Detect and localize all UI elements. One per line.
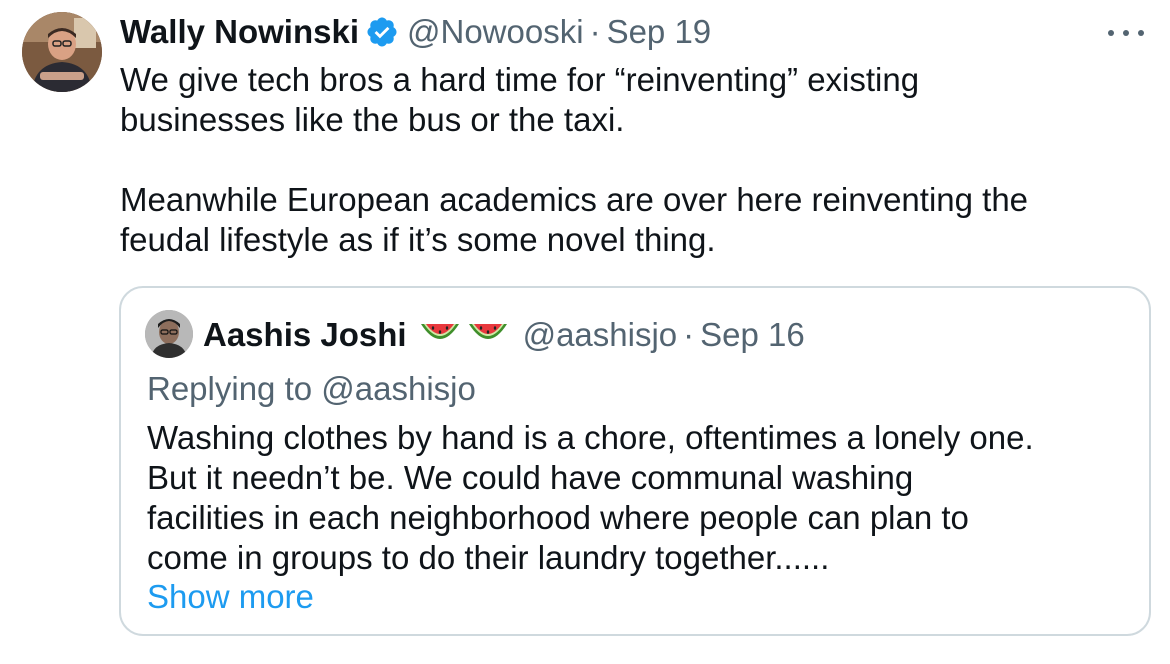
more-options-icon[interactable] bbox=[1108, 18, 1144, 48]
more-dot bbox=[1138, 30, 1144, 36]
author-avatar-image bbox=[22, 12, 102, 92]
replying-to-label: Replying to @aashisjo bbox=[147, 370, 476, 407]
quoted-tweet-date[interactable]: Sep 16 bbox=[700, 314, 805, 356]
quoted-line: come in groups to do their laundry toget… bbox=[147, 539, 830, 576]
tweet-line: Meanwhile European academics are over he… bbox=[120, 181, 1029, 218]
quoted-line: facilities in each neighborhood where pe… bbox=[147, 499, 969, 536]
quoted-avatar-image bbox=[145, 310, 193, 358]
tweet-paragraph: Meanwhile European academics are over he… bbox=[120, 180, 1140, 260]
tweet-line: businesses like the bus or the taxi. bbox=[120, 101, 625, 138]
quoted-line: But it needn’t be. We could have communa… bbox=[147, 459, 914, 496]
watermelon-icon bbox=[467, 320, 509, 350]
header-separator: · bbox=[589, 13, 601, 50]
author-name[interactable]: Wally Nowinski bbox=[120, 10, 359, 54]
quoted-tweet-text: Washing clothes by hand is a chore, ofte… bbox=[147, 418, 1137, 578]
quoted-tweet-card[interactable]: Aashis Joshi @aashisjo · Sep 16 Replying… bbox=[119, 286, 1151, 636]
show-more-link[interactable]: Show more bbox=[147, 576, 314, 618]
author-avatar[interactable] bbox=[22, 12, 102, 92]
quoted-line: Washing clothes by hand is a chore, ofte… bbox=[147, 419, 1034, 456]
quoted-author-avatar[interactable] bbox=[145, 310, 193, 358]
tweet-line: We give tech bros a hard time for “reinv… bbox=[120, 61, 920, 98]
quoted-author-handle[interactable]: @aashisjo bbox=[523, 314, 678, 356]
watermelon-icon bbox=[419, 320, 461, 350]
more-dot bbox=[1123, 30, 1129, 36]
tweet-date[interactable]: Sep 19 bbox=[607, 10, 712, 54]
quoted-header-separator: · bbox=[683, 316, 695, 353]
tweet[interactable]: Wally Nowinski @Nowooski · Sep 19 We giv… bbox=[0, 0, 1170, 664]
more-dot bbox=[1108, 30, 1114, 36]
quoted-author-name[interactable]: Aashis Joshi bbox=[203, 314, 407, 356]
tweet-paragraph: We give tech bros a hard time for “reinv… bbox=[120, 60, 1140, 140]
tweet-body: We give tech bros a hard time for “reinv… bbox=[120, 60, 1140, 260]
quoted-paragraph: Washing clothes by hand is a chore, ofte… bbox=[147, 418, 1137, 578]
quoted-tweet-header: Aashis Joshi @aashisjo · Sep 16 bbox=[203, 314, 805, 356]
author-handle[interactable]: @Nowooski bbox=[407, 10, 584, 54]
tweet-header: Wally Nowinski @Nowooski · Sep 19 bbox=[120, 10, 711, 54]
verified-badge-icon bbox=[365, 15, 399, 49]
tweet-line: feudal lifestyle as if it’s some novel t… bbox=[120, 221, 716, 258]
